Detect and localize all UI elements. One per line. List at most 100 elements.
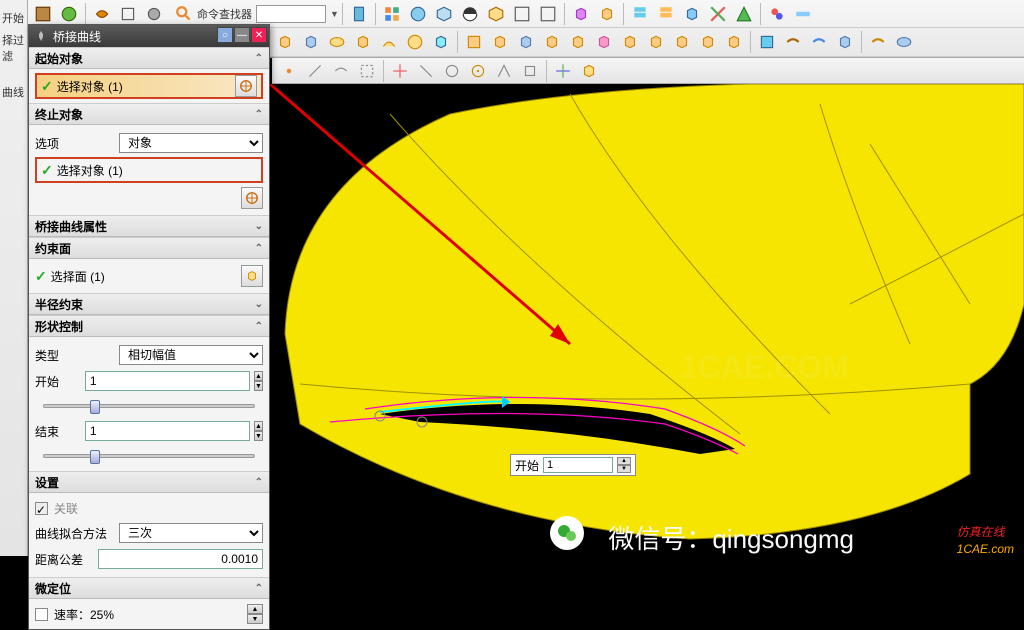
tolerance-input[interactable]: [98, 549, 263, 569]
toolbar-btn[interactable]: [628, 2, 652, 26]
select-start-object-row[interactable]: ✓ 选择对象 (1): [35, 73, 263, 99]
start-label: 开始: [35, 373, 81, 390]
float-start-input[interactable]: [543, 457, 613, 473]
snap-btn[interactable]: [414, 59, 438, 83]
dialog-minimize-button[interactable]: —: [234, 27, 250, 43]
start-input[interactable]: [85, 371, 250, 391]
viewport-start-input[interactable]: 开始 ▲▼: [510, 454, 636, 476]
toolbar-btn[interactable]: [866, 30, 890, 54]
speed-spinner[interactable]: ▲▼: [247, 604, 263, 624]
snap-btn[interactable]: [303, 59, 327, 83]
dialog-help-button[interactable]: ○: [217, 27, 233, 43]
select-end-object-row[interactable]: ✓ 选择对象 (1): [35, 157, 263, 183]
toolbar-btn[interactable]: [765, 2, 789, 26]
toolbar-btn[interactable]: [566, 30, 590, 54]
toolbar-btn[interactable]: [706, 2, 730, 26]
left-margin-curve: 曲线: [2, 84, 24, 100]
toolbar-btn[interactable]: [377, 30, 401, 54]
toolbar-btn[interactable]: [654, 2, 678, 26]
toolbar-btn[interactable]: [325, 30, 349, 54]
snap-btn[interactable]: [551, 59, 575, 83]
relevance-checkbox[interactable]: ✓: [35, 502, 48, 515]
section-end-object[interactable]: 终止对象⌃: [29, 103, 269, 125]
toolbar-btn[interactable]: [116, 2, 140, 26]
toolbar-btn[interactable]: [807, 30, 831, 54]
options-select[interactable]: 对象: [119, 133, 263, 153]
toolbar-btn[interactable]: [273, 30, 297, 54]
toolbar-btn[interactable]: [432, 2, 456, 26]
snap-btn[interactable]: [388, 59, 412, 83]
toolbar-btn[interactable]: [670, 30, 694, 54]
left-margin-panel: 开始 择过滤 曲线: [0, 0, 28, 556]
pick-target-button[interactable]: [241, 187, 263, 209]
end-spinner[interactable]: ▲▼: [254, 421, 263, 441]
toolbar-btn[interactable]: [781, 30, 805, 54]
select-face-row[interactable]: ✓ 选择面 (1): [35, 263, 263, 289]
toolbar-btn[interactable]: [755, 30, 779, 54]
pin-icon[interactable]: [35, 30, 47, 42]
model-canvas[interactable]: [270, 84, 1024, 556]
3d-viewport[interactable]: 开始 ▲▼ 1CAE.COM: [270, 84, 1024, 556]
toolbar-btn[interactable]: [510, 2, 534, 26]
snap-btn[interactable]: [329, 59, 353, 83]
toolbar-btn[interactable]: [57, 2, 81, 26]
snap-btn[interactable]: [492, 59, 516, 83]
dropdown-icon[interactable]: ▼: [330, 9, 339, 19]
section-start-object[interactable]: 起始对象⌃: [29, 47, 269, 69]
section-bridge-attr[interactable]: 桥接曲线属性⌄: [29, 215, 269, 237]
end-input[interactable]: [85, 421, 250, 441]
section-micro[interactable]: 微定位⌃: [29, 577, 269, 599]
toolbar-btn[interactable]: [514, 30, 538, 54]
type-select[interactable]: 相切幅值: [119, 345, 263, 365]
toolbar-btn[interactable]: [429, 30, 453, 54]
section-settings[interactable]: 设置⌃: [29, 471, 269, 493]
toolbar-btn[interactable]: [142, 2, 166, 26]
start-spinner[interactable]: ▲▼: [254, 371, 263, 391]
toolbar-btn[interactable]: [592, 30, 616, 54]
toolbar-btn[interactable]: [540, 30, 564, 54]
end-slider[interactable]: [43, 454, 255, 458]
toolbar-btn[interactable]: [644, 30, 668, 54]
toolbar-btn[interactable]: [488, 30, 512, 54]
toolbar-btn[interactable]: [90, 2, 114, 26]
pick-target-button[interactable]: [235, 75, 257, 97]
snap-btn[interactable]: [355, 59, 379, 83]
toolbar-btn[interactable]: [833, 30, 857, 54]
toolbar-btn[interactable]: [406, 2, 430, 26]
toolbar-btn[interactable]: [380, 2, 404, 26]
toolbar-btn[interactable]: [680, 2, 704, 26]
toolbar-btn-cube[interactable]: [595, 2, 619, 26]
toolbar-btn-cube[interactable]: [569, 2, 593, 26]
toolbar-btn[interactable]: [791, 2, 815, 26]
fit-method-select[interactable]: 三次: [119, 523, 263, 543]
toolbar-btn[interactable]: [31, 2, 55, 26]
section-radius-constraint[interactable]: 半径约束⌄: [29, 293, 269, 315]
command-finder-input[interactable]: [256, 5, 326, 23]
toolbar-btn[interactable]: [696, 30, 720, 54]
snap-btn[interactable]: [518, 59, 542, 83]
toolbar-btn[interactable]: [347, 2, 371, 26]
float-spinner[interactable]: ▲▼: [617, 457, 631, 473]
dialog-titlebar[interactable]: 桥接曲线 ○ — ✕: [29, 25, 269, 47]
speed-checkbox[interactable]: [35, 608, 48, 621]
toolbar-btn[interactable]: [403, 30, 427, 54]
start-slider[interactable]: [43, 404, 255, 408]
toolbar-btn[interactable]: [892, 30, 916, 54]
snap-btn[interactable]: [277, 59, 301, 83]
pick-face-button[interactable]: [241, 265, 263, 287]
section-shape-control[interactable]: 形状控制⌃: [29, 315, 269, 337]
toolbar-btn[interactable]: [722, 30, 746, 54]
toolbar-btn[interactable]: [351, 30, 375, 54]
toolbar-btn[interactable]: [536, 2, 560, 26]
toolbar-btn[interactable]: [618, 30, 642, 54]
toolbar-btn[interactable]: [458, 2, 482, 26]
snap-btn[interactable]: [440, 59, 464, 83]
section-constraint-face[interactable]: 约束面⌃: [29, 237, 269, 259]
snap-btn[interactable]: [577, 59, 601, 83]
dialog-close-button[interactable]: ✕: [251, 27, 267, 43]
toolbar-btn[interactable]: [732, 2, 756, 26]
toolbar-btn[interactable]: [299, 30, 323, 54]
toolbar-btn[interactable]: [484, 2, 508, 26]
snap-btn[interactable]: [466, 59, 490, 83]
toolbar-btn[interactable]: [462, 30, 486, 54]
